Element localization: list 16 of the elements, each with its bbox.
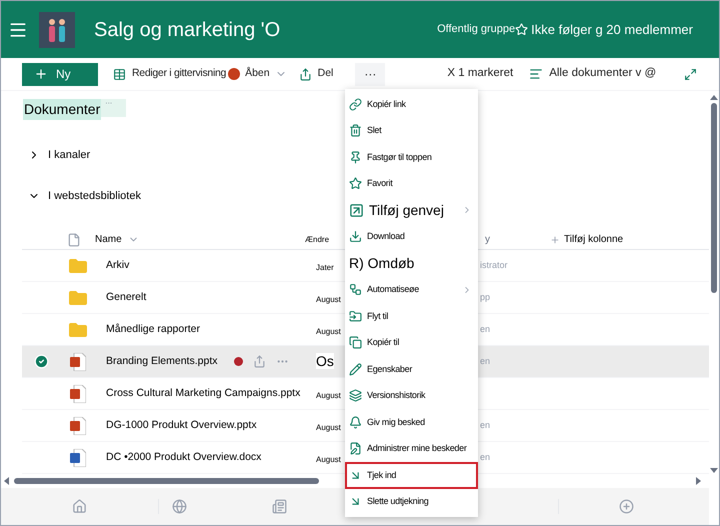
library-title: Dokumenter	[23, 99, 102, 120]
modified-by-cell-text: pp	[480, 290, 490, 304]
modified-by-cell-text: en	[480, 354, 490, 368]
modified-cell: August	[316, 390, 341, 400]
modified-by-cell-text: en	[480, 322, 490, 336]
modified-cell: August	[316, 326, 341, 336]
modified-by-cell-text: en	[480, 418, 490, 432]
modified-cell: August	[316, 294, 341, 304]
group-type: Offentlig gruppe	[437, 22, 516, 38]
modified-cell: Os	[316, 352, 334, 368]
modified-by-cell-text: istrator	[480, 258, 508, 272]
modified-cell: August	[316, 454, 341, 464]
site-title: Salg og marketing 'O	[94, 18, 280, 42]
modified-by-cell-text: en	[480, 450, 490, 464]
modified-cell: August	[316, 422, 341, 432]
modified-cell: Jater	[316, 262, 334, 272]
